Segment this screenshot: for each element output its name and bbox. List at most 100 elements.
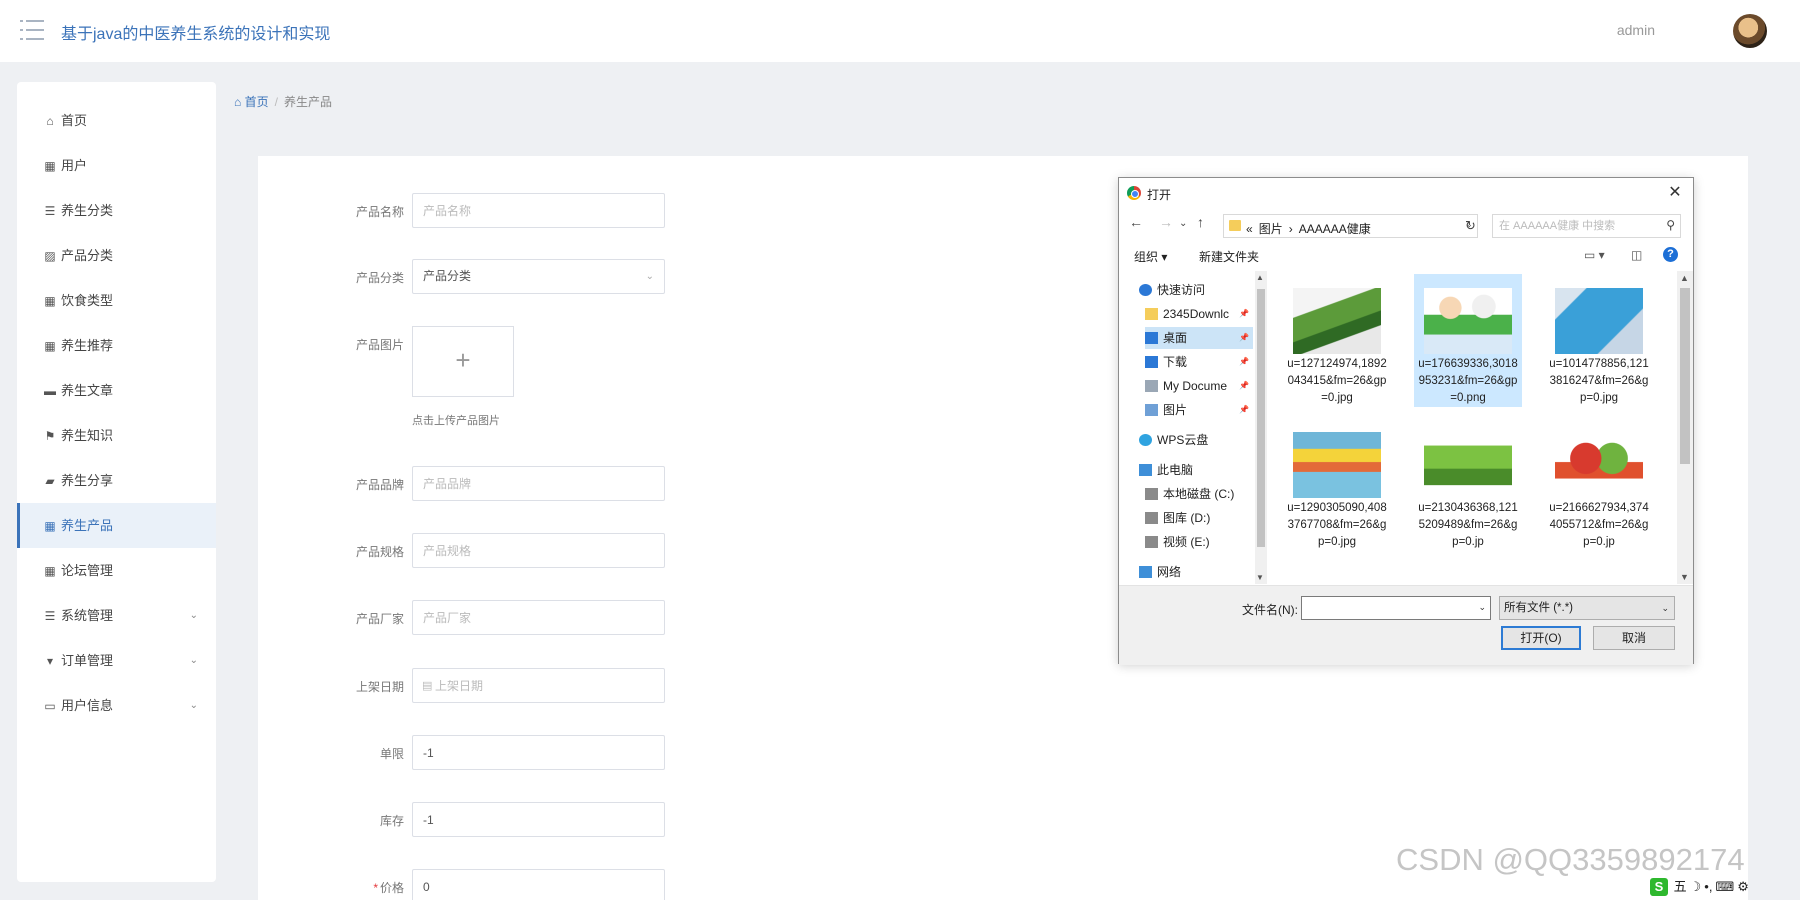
tree-item[interactable]: 下载 📌 bbox=[1145, 351, 1253, 373]
sidebar-item[interactable]: ▰ 养生分享 bbox=[17, 458, 216, 503]
tray-icon[interactable]: •, bbox=[1704, 879, 1712, 894]
tray-icon[interactable]: 五 bbox=[1674, 879, 1687, 894]
product-category-select[interactable]: 产品分类 ⌄ bbox=[412, 259, 665, 294]
file-item[interactable]: u=1014778856,1213816247&fm=26&gp=0.jpg bbox=[1545, 274, 1653, 407]
scroll-up-icon[interactable]: ▲ bbox=[1256, 273, 1264, 282]
tray-icon[interactable]: ⌨ bbox=[1715, 879, 1734, 894]
file-thumbnail bbox=[1283, 418, 1391, 500]
tree-item[interactable]: 此电脑 bbox=[1139, 459, 1255, 481]
tray-icon[interactable]: ☽ bbox=[1690, 879, 1702, 894]
tree-item[interactable]: 图片 📌 bbox=[1145, 399, 1253, 421]
file-item[interactable]: u=1290305090,4083767708&fm=26&gp=0.jpg bbox=[1283, 418, 1391, 551]
sidebar-item[interactable]: ▨ 产品分类 bbox=[17, 233, 216, 278]
sidebar-item[interactable]: ▾ 订单管理 ⌄ bbox=[17, 638, 216, 683]
menu-toggle-icon[interactable] bbox=[20, 20, 44, 40]
file-item[interactable]: u=2166627934,3744055712&fm=26&gp=0.jp bbox=[1545, 418, 1653, 551]
history-dropdown-icon[interactable]: ⌄ bbox=[1179, 218, 1187, 229]
price-input[interactable] bbox=[412, 869, 665, 900]
tree-item[interactable]: 图库 (D:) bbox=[1145, 507, 1253, 529]
dialog-title: 打开 bbox=[1147, 188, 1172, 202]
tree-item[interactable]: 本地磁盘 (C:) bbox=[1145, 483, 1253, 505]
tree-item[interactable]: 桌面 📌 bbox=[1145, 327, 1253, 349]
help-icon[interactable]: ? bbox=[1663, 247, 1678, 262]
product-maker-input[interactable] bbox=[412, 600, 665, 635]
tree-item-label: 此电脑 bbox=[1157, 463, 1194, 477]
tree-item[interactable]: 快速访问 bbox=[1139, 279, 1255, 301]
file-item[interactable]: u=2130436368,1215209489&fm=26&gp=0.jp bbox=[1414, 418, 1522, 551]
avatar[interactable] bbox=[1733, 14, 1767, 48]
up-arrow-icon[interactable]: ↑ bbox=[1197, 214, 1204, 230]
sidebar-item[interactable]: ▭ 用户信息 ⌄ bbox=[17, 683, 216, 728]
sidebar-item[interactable]: ▦ 养生推荐 bbox=[17, 323, 216, 368]
tree-item[interactable]: WPS云盘 bbox=[1139, 429, 1255, 451]
scroll-thumb[interactable] bbox=[1680, 288, 1690, 464]
file-open-dialog: 打开 ✕ ← → ⌄ ↑ «图片›AAAAAA健康 ⌄ ↻ ⚲ 组织 ▾ 新建文… bbox=[1118, 177, 1694, 665]
filetype-select[interactable]: 所有文件 (*.*) ⌄ bbox=[1499, 596, 1675, 620]
listing-date-input[interactable] bbox=[435, 669, 660, 702]
tree-item[interactable]: 2345Downlc 📌 bbox=[1145, 303, 1253, 325]
download-icon bbox=[1145, 356, 1158, 368]
image-upload-button[interactable]: + bbox=[412, 326, 514, 397]
limit-input[interactable] bbox=[412, 735, 665, 770]
sidebar-item[interactable]: ▦ 论坛管理 bbox=[17, 548, 216, 593]
calendar-icon: ▤ bbox=[422, 680, 433, 692]
scroll-up-icon[interactable]: ▲ bbox=[1680, 273, 1689, 283]
tree-item[interactable]: 网络 bbox=[1139, 561, 1255, 583]
pin-icon: 📌 bbox=[1239, 381, 1249, 390]
preview-pane-icon[interactable]: ◫ bbox=[1631, 248, 1642, 262]
file-thumbnail bbox=[1545, 418, 1653, 500]
close-icon[interactable]: ✕ bbox=[1663, 181, 1687, 205]
sidebar-item[interactable]: ▦ 养生产品 bbox=[17, 503, 216, 548]
chevron-down-icon[interactable]: ⌄ bbox=[1478, 602, 1486, 613]
chevron-down-icon: ⌄ bbox=[645, 271, 654, 282]
crumb-pictures[interactable]: 图片 bbox=[1259, 222, 1283, 236]
files-scrollbar[interactable]: ▲ ▼ bbox=[1677, 271, 1693, 584]
product-name-input[interactable] bbox=[412, 193, 665, 228]
sidebar-item[interactable]: ☰ 养生分类 bbox=[17, 188, 216, 233]
tree-scrollbar[interactable]: ▲ ▼ bbox=[1255, 271, 1267, 584]
back-arrow-icon[interactable]: ← bbox=[1129, 214, 1143, 230]
refresh-icon[interactable]: ↻ bbox=[1465, 218, 1476, 234]
file-item[interactable]: u=176639336,3018953231&fm=26&gp=0.png bbox=[1414, 274, 1522, 407]
grid-icon: ▦ bbox=[44, 519, 56, 533]
breadcrumb-separator: / bbox=[274, 95, 278, 109]
forward-arrow-icon[interactable]: → bbox=[1159, 214, 1173, 230]
file-item[interactable]: u=127124974,1892043415&fm=26&gp=0.jpg bbox=[1283, 274, 1391, 407]
folder-search-input[interactable] bbox=[1499, 218, 1649, 234]
filename-input[interactable]: ⌄ bbox=[1301, 596, 1491, 620]
dialog-titlebar[interactable]: 打开 ✕ bbox=[1119, 178, 1693, 208]
breadcrumb-home[interactable]: ⌂ 首页 bbox=[234, 95, 269, 109]
product-spec-input[interactable] bbox=[412, 533, 665, 568]
input-method-logo[interactable]: S bbox=[1650, 878, 1668, 896]
sidebar-item[interactable]: ▦ 饮食类型 bbox=[17, 278, 216, 323]
crumb-health-folder[interactable]: AAAAAA健康 bbox=[1299, 222, 1371, 236]
view-options-icon[interactable]: ▭ ▾ bbox=[1584, 248, 1605, 262]
scroll-down-icon[interactable]: ▼ bbox=[1256, 573, 1264, 582]
scroll-thumb[interactable] bbox=[1257, 289, 1265, 547]
product-brand-input[interactable] bbox=[412, 466, 665, 501]
username[interactable]: admin bbox=[1617, 22, 1655, 38]
sidebar: ⌂ 首页 ▦ 用户 ☰ 养生分类 ▨ 产品分类 ▦ 饮食类型 ▦ 养生推荐 ▬ 养生文章 ⚑ 养生知识 ▰ 养生分… bbox=[17, 82, 216, 882]
scroll-down-icon[interactable]: ▼ bbox=[1680, 572, 1689, 582]
dialog-navbar: ← → ⌄ ↑ «图片›AAAAAA健康 ⌄ ↻ ⚲ bbox=[1119, 210, 1693, 238]
new-folder-button[interactable]: 新建文件夹 bbox=[1199, 248, 1259, 265]
folder-search[interactable]: ⚲ bbox=[1492, 214, 1681, 238]
cancel-button[interactable]: 取消 bbox=[1593, 626, 1675, 650]
tree-item[interactable]: My Docume 📌 bbox=[1145, 375, 1253, 397]
tray-icon[interactable]: ⚙ bbox=[1737, 879, 1749, 894]
sidebar-item[interactable]: ⌂ 首页 bbox=[17, 98, 216, 143]
sidebar-item[interactable]: ⚑ 养生知识 bbox=[17, 413, 216, 458]
sidebar-item[interactable]: ▦ 用户 bbox=[17, 143, 216, 188]
sidebar-item-label: 系统管理 bbox=[61, 608, 114, 623]
sidebar-item[interactable]: ▬ 养生文章 bbox=[17, 368, 216, 413]
listing-date-picker[interactable]: ▤ bbox=[412, 668, 665, 703]
stock-input[interactable] bbox=[412, 802, 665, 837]
image-thumbnail bbox=[1555, 288, 1643, 354]
sidebar-item[interactable]: ☰ 系统管理 ⌄ bbox=[17, 593, 216, 638]
organize-button[interactable]: 组织 ▾ bbox=[1134, 248, 1167, 265]
image-thumbnail bbox=[1424, 432, 1512, 498]
open-button[interactable]: 打开(O) bbox=[1501, 626, 1581, 650]
home-icon: ⌂ bbox=[46, 114, 54, 128]
tree-item[interactable]: 视频 (E:) bbox=[1145, 531, 1253, 553]
address-bar[interactable]: «图片 › AAAAAA健康 ⌄ bbox=[1223, 214, 1478, 238]
